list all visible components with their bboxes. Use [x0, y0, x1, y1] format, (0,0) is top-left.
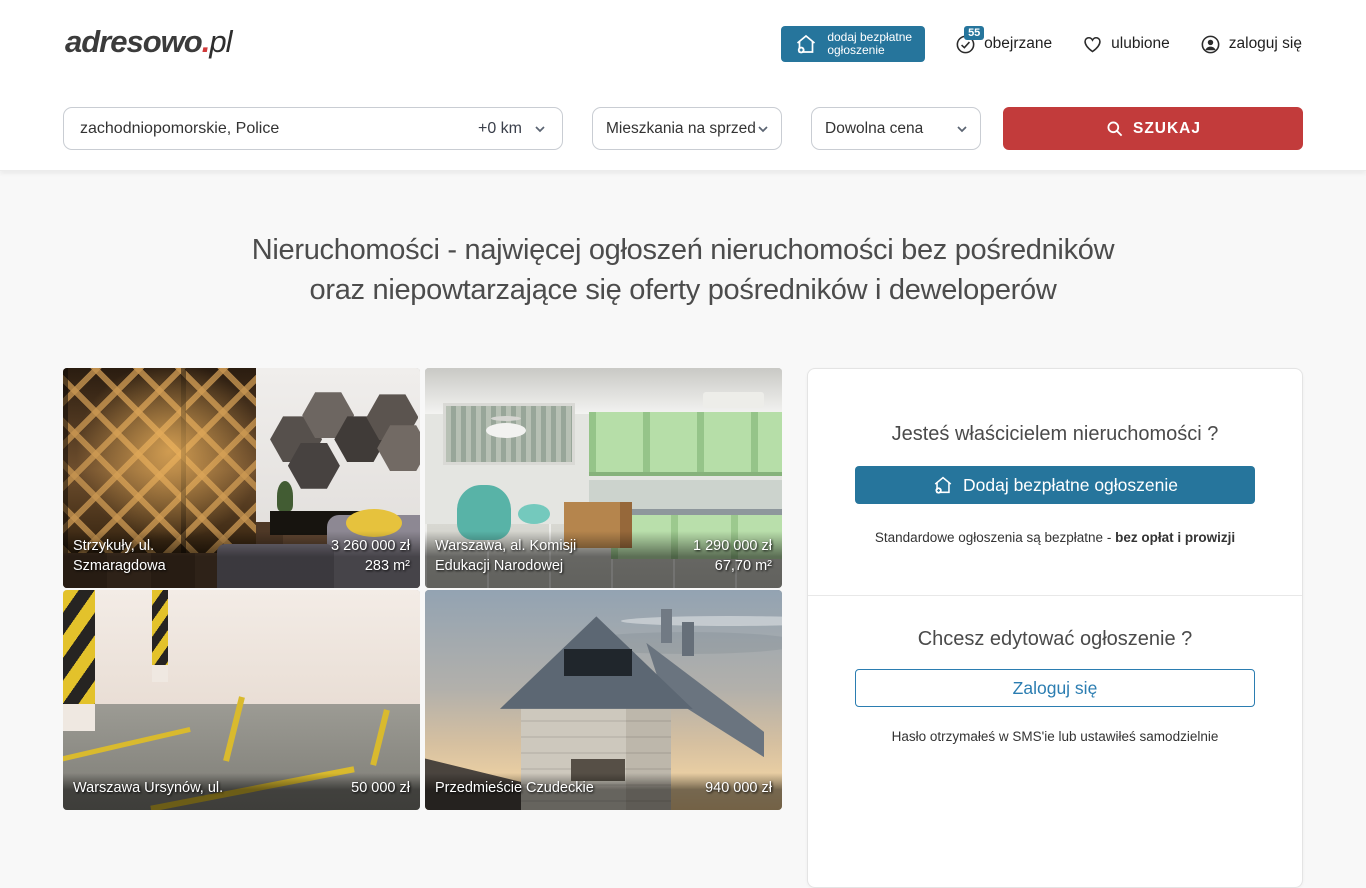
listing-overlay: Warszawa Ursynów, ul. 50 000 zł	[63, 773, 420, 810]
decor	[518, 504, 550, 524]
location-input[interactable]: zachodniopomorskie, Police +0 km	[63, 107, 563, 150]
add-listing-button[interactable]: dodaj bezpłatneogłoszenie	[781, 26, 925, 62]
heart-icon	[1082, 34, 1103, 55]
chevron-down-icon	[954, 121, 970, 137]
decor	[564, 649, 632, 675]
search-button[interactable]: SZUKAJ	[1003, 107, 1303, 150]
add-listing-sidebar-label: Dodaj bezpłatne ogłoszenie	[963, 475, 1178, 496]
listing-card[interactable]: Warszawa Ursynów, ul. 50 000 zł	[63, 590, 420, 810]
listing-card[interactable]: Przedmieście Czudeckie 940 000 zł	[425, 590, 782, 810]
chevron-down-icon	[532, 121, 548, 137]
header: adresowo.pl dodaj bezpłatneogłoszenie 55…	[0, 0, 1366, 85]
header-actions: dodaj bezpłatneogłoszenie 55 obejrzane u…	[781, 26, 1302, 62]
owner-note: Standardowe ogłoszenia są bezpłatne - be…	[808, 530, 1302, 545]
nav-favorites[interactable]: ulubione	[1082, 34, 1170, 55]
listing-address: Przedmieście Czudeckie	[435, 778, 594, 798]
listing-card[interactable]: Strzykuły, ul. Szmaragdowa 3 260 000 zł …	[63, 368, 420, 588]
decor	[63, 704, 95, 730]
listing-overlay: Przedmieście Czudeckie 940 000 zł	[425, 773, 782, 810]
check-circle-icon: 55	[955, 34, 976, 55]
decor	[682, 622, 694, 656]
add-listing-button-sidebar[interactable]: Dodaj bezpłatne ogłoszenie	[855, 466, 1255, 504]
logo-text-main: adresowo	[65, 24, 202, 59]
search-bar: zachodniopomorskie, Police +0 km Mieszka…	[0, 85, 1366, 171]
location-value: zachodniopomorskie, Police	[80, 120, 478, 138]
site-logo[interactable]: adresowo.pl	[65, 24, 231, 60]
decor	[63, 590, 420, 704]
nav-favorites-label: ulubione	[1111, 35, 1170, 53]
listing-address: Warszawa Ursynów, ul.	[73, 778, 223, 798]
decor	[277, 481, 293, 511]
nav-login-label: zaloguj się	[1229, 35, 1302, 53]
house-plus-icon	[932, 474, 954, 496]
page-title: Nieruchomości - najwięcej ogłoszeń nieru…	[0, 230, 1366, 310]
viewed-count-badge: 55	[964, 26, 984, 40]
person-circle-icon	[1200, 34, 1221, 55]
radius-value: +0 km	[478, 120, 522, 138]
decor	[63, 368, 256, 553]
login-button-sidebar[interactable]: Zaloguj się	[855, 669, 1255, 707]
decor	[589, 412, 782, 476]
price-value: Dowolna cena	[825, 120, 954, 138]
listing-price: 940 000 zł	[705, 778, 772, 798]
nav-login[interactable]: zaloguj się	[1200, 34, 1302, 55]
listing-meta: 940 000 zł	[705, 778, 772, 798]
sidebar-panel: Jesteś właścicielem nieruchomości ? Doda…	[807, 368, 1303, 888]
price-select[interactable]: Dowolna cena	[811, 107, 981, 150]
listing-address: Warszawa, al. Komisji Edukacji Narodowej	[435, 536, 576, 576]
listings-grid: Strzykuły, ul. Szmaragdowa 3 260 000 zł …	[63, 368, 782, 810]
listing-overlay: Strzykuły, ul. Szmaragdowa 3 260 000 zł …	[63, 531, 420, 588]
owner-heading: Jesteś właścicielem nieruchomości ?	[808, 423, 1302, 446]
decor	[621, 616, 782, 626]
listing-meta: 50 000 zł	[351, 778, 410, 798]
listing-price: 50 000 zł	[351, 778, 410, 798]
nav-viewed-label: obejrzane	[984, 35, 1052, 53]
category-value: Mieszkania na sprzeda	[606, 120, 755, 138]
nav-viewed[interactable]: 55 obejrzane	[955, 34, 1052, 55]
listing-price: 3 260 000 zł	[331, 536, 410, 556]
decor	[486, 423, 526, 438]
login-sidebar-label: Zaloguj się	[1013, 678, 1098, 699]
edit-heading: Chcesz edytować ogłoszenie ?	[808, 628, 1302, 651]
listing-card[interactable]: Warszawa, al. Komisji Edukacji Narodowej…	[425, 368, 782, 588]
listing-price: 1 290 000 zł	[693, 536, 772, 556]
search-button-label: SZUKAJ	[1133, 120, 1201, 138]
listing-area: 67,70 m²	[693, 556, 772, 576]
decor	[152, 665, 168, 683]
decor	[661, 609, 672, 643]
chevron-down-icon	[755, 121, 771, 137]
edit-note: Hasło otrzymałeś w SMS'ie lub ustawiłeś …	[808, 729, 1302, 744]
house-plus-icon	[794, 32, 818, 56]
listing-area: 283 m²	[331, 556, 410, 576]
sidebar-divider	[808, 595, 1302, 596]
listing-address: Strzykuły, ul. Szmaragdowa	[73, 536, 166, 576]
decor	[703, 392, 764, 407]
listing-overlay: Warszawa, al. Komisji Edukacji Narodowej…	[425, 531, 782, 588]
logo-text-tld: pl	[209, 24, 231, 59]
listing-meta: 1 290 000 zł 67,70 m²	[693, 536, 772, 576]
listing-meta: 3 260 000 zł 283 m²	[331, 536, 410, 576]
radius-select[interactable]: +0 km	[478, 120, 548, 138]
category-select[interactable]: Mieszkania na sprzeda	[592, 107, 782, 150]
add-listing-label: dodaj bezpłatneogłoszenie	[827, 31, 912, 58]
magnifier-icon	[1105, 119, 1124, 138]
